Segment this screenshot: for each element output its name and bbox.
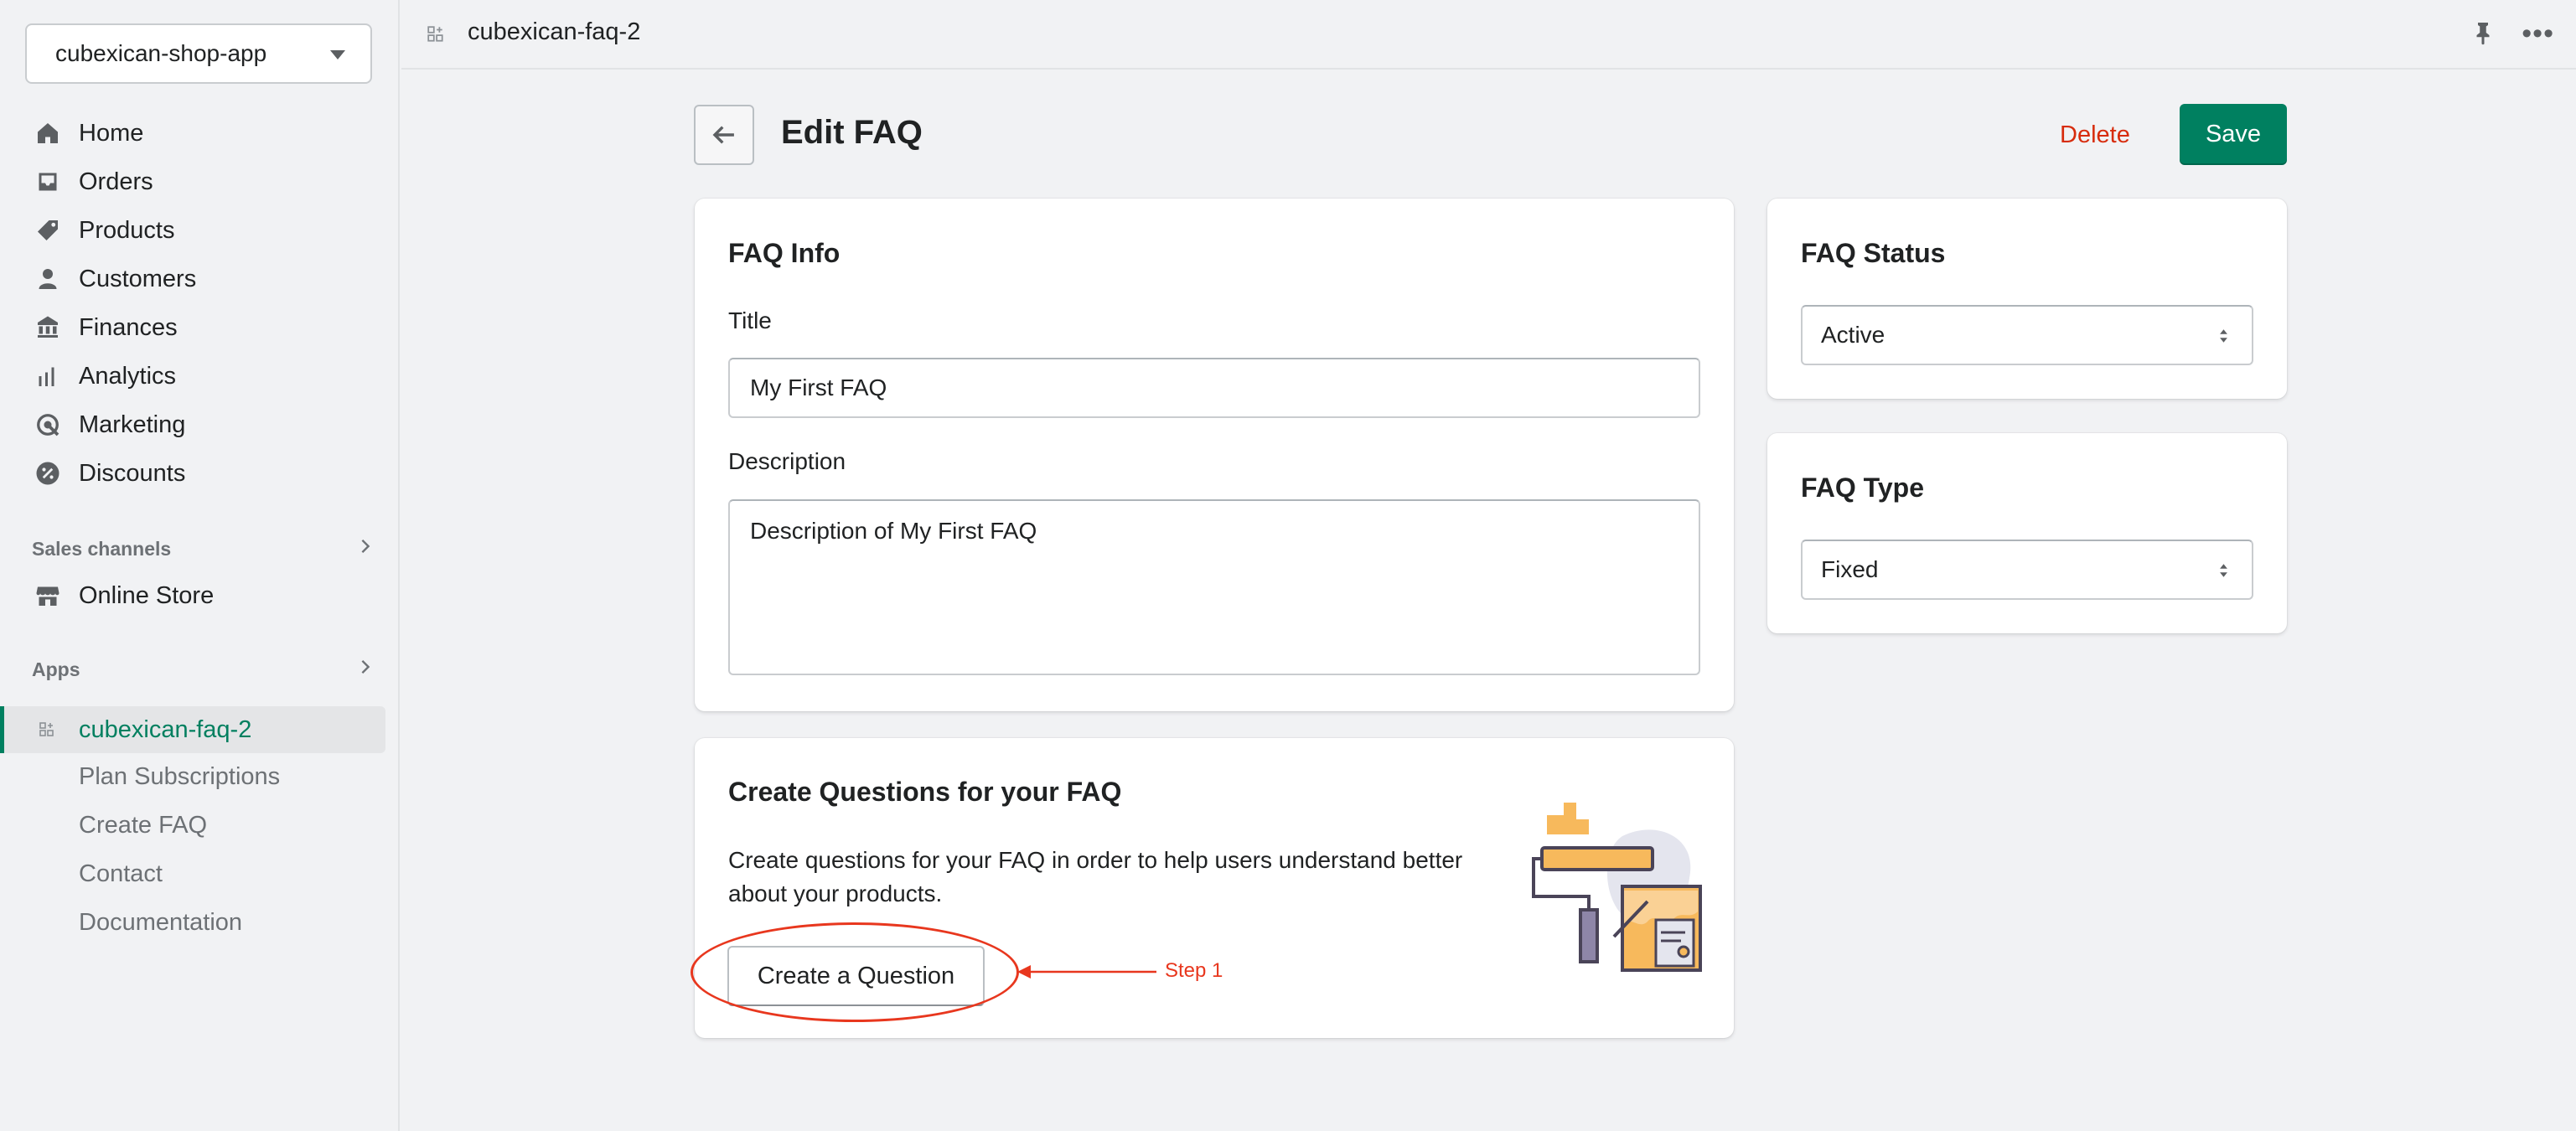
- store-name: cubexican-shop-app: [55, 40, 267, 66]
- chevron-right-icon[interactable]: [355, 657, 375, 682]
- sidebar-item-active-app[interactable]: cubexican-faq-2: [0, 706, 385, 753]
- arrow-left-icon: [712, 126, 734, 144]
- faq-type-select[interactable]: Fixed: [1801, 540, 2253, 600]
- questions-description: Create questions for your FAQ in order t…: [728, 844, 1462, 911]
- save-button[interactable]: Save: [2180, 104, 2287, 165]
- sidebar-item-plan-subscriptions[interactable]: Plan Subscriptions: [79, 752, 280, 801]
- title-input[interactable]: My First FAQ: [728, 358, 1700, 418]
- target-icon: [34, 411, 62, 439]
- store-icon: [34, 581, 62, 610]
- nav-finances[interactable]: Finances: [0, 303, 400, 352]
- nav-marketing[interactable]: Marketing: [0, 400, 400, 449]
- sidebar-item-documentation[interactable]: Documentation: [79, 898, 280, 947]
- app-submenu: Plan Subscriptions Create FAQ Contact Do…: [79, 752, 280, 947]
- annotation-arrow-icon: [1017, 965, 1156, 979]
- nav-label: Orders: [79, 168, 153, 195]
- app-topbar: cubexican-faq-2 •••: [401, 0, 2576, 70]
- online-store-label: Online Store: [79, 581, 215, 609]
- apps-label: Apps: [32, 658, 80, 680]
- discount-icon: [34, 459, 62, 488]
- sidebar-item-create-faq[interactable]: Create FAQ: [79, 801, 280, 850]
- faq-type-heading: FAQ Type: [1801, 473, 1924, 503]
- nav-label: Marketing: [79, 411, 186, 438]
- faq-status-card: FAQ Status Active: [1767, 199, 2287, 399]
- store-selector[interactable]: cubexican-shop-app: [25, 23, 372, 84]
- bar-chart-icon: [34, 362, 62, 390]
- pin-icon[interactable]: [2470, 20, 2496, 49]
- nav-products[interactable]: Products: [0, 206, 400, 255]
- faq-type-value: Fixed: [1821, 556, 1879, 582]
- delete-button[interactable]: Delete: [2045, 105, 2145, 165]
- active-app-label: cubexican-faq-2: [79, 715, 252, 743]
- faq-type-card: FAQ Type Fixed: [1767, 433, 2287, 633]
- faq-status-select[interactable]: Active: [1801, 305, 2253, 365]
- tag-icon: [34, 216, 62, 245]
- back-button[interactable]: [694, 105, 754, 165]
- description-label: Description: [728, 448, 846, 474]
- annotation-ellipse: [691, 922, 1019, 1022]
- home-icon: [34, 119, 62, 147]
- nav-label: Products: [79, 216, 175, 244]
- nav-label: Discounts: [79, 459, 186, 487]
- questions-description-line: Create questions for your FAQ in order t…: [728, 847, 1463, 873]
- nav-label: Customers: [79, 265, 197, 292]
- faq-status-heading: FAQ Status: [1801, 238, 1946, 268]
- title-label: Title: [728, 307, 772, 333]
- nav-label: Home: [79, 119, 144, 147]
- main-nav: Home Orders Products Customers Finances: [0, 109, 400, 498]
- faq-status-value: Active: [1821, 322, 1885, 348]
- person-icon: [34, 265, 62, 293]
- app-grid-icon: [427, 25, 445, 48]
- sidebar-item-contact[interactable]: Contact: [79, 850, 280, 898]
- more-options-icon[interactable]: •••: [2522, 19, 2554, 48]
- questions-heading: Create Questions for your FAQ: [728, 777, 1122, 807]
- sales-channels-label: Sales channels: [32, 537, 172, 560]
- app-title: cubexican-faq-2: [468, 18, 641, 45]
- nav-label: Analytics: [79, 362, 177, 390]
- sidebar: cubexican-shop-app Home Orders Products: [0, 0, 400, 1131]
- nav-label: Finances: [79, 313, 178, 341]
- nav-online-store[interactable]: Online Store: [34, 571, 214, 620]
- nav-customers[interactable]: Customers: [0, 255, 400, 303]
- sales-channels-header[interactable]: Sales channels: [32, 536, 375, 561]
- nav-analytics[interactable]: Analytics: [0, 352, 400, 400]
- bank-icon: [34, 313, 62, 342]
- faq-info-card: FAQ Info Title My First FAQ Description …: [695, 199, 1734, 711]
- chevron-right-icon[interactable]: [355, 536, 375, 561]
- step-label: Step 1: [1165, 959, 1223, 982]
- paint-roller-illustration: [1530, 803, 1703, 979]
- caret-down-icon: [330, 50, 345, 59]
- questions-description-line: about your products.: [728, 881, 943, 906]
- nav-discounts[interactable]: Discounts: [0, 449, 400, 498]
- faq-info-heading: FAQ Info: [728, 238, 841, 268]
- page-title: Edit FAQ: [781, 114, 923, 151]
- nav-orders[interactable]: Orders: [0, 158, 400, 206]
- description-textarea[interactable]: Description of My First FAQ: [728, 499, 1700, 675]
- app-grid-icon: [39, 720, 59, 740]
- inbox-icon: [34, 168, 62, 196]
- select-arrows-icon: [2219, 325, 2228, 352]
- apps-header[interactable]: Apps: [32, 657, 375, 682]
- nav-home[interactable]: Home: [0, 109, 400, 158]
- select-arrows-icon: [2219, 560, 2228, 586]
